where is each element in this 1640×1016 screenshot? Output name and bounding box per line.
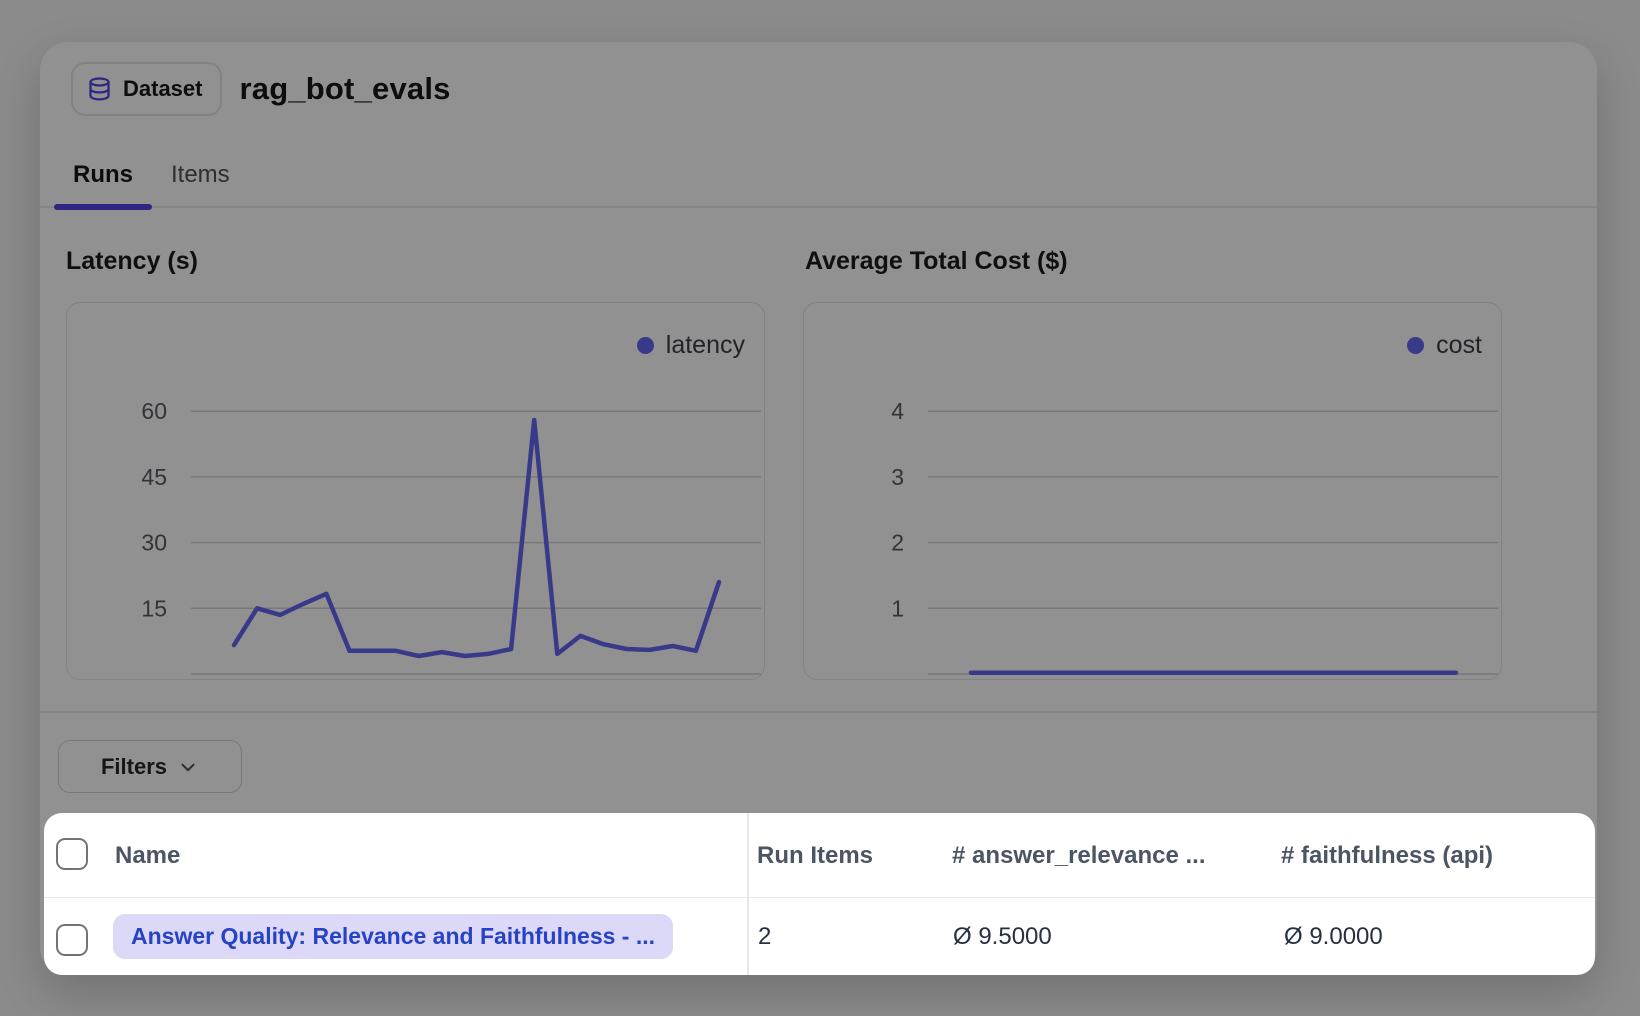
cost-legend: cost [1407, 331, 1482, 360]
database-icon [86, 76, 113, 103]
latency-legend-dot [637, 337, 654, 354]
tab-items[interactable]: Items [152, 142, 249, 208]
select-all-checkbox[interactable] [56, 838, 88, 870]
tabbar: Runs Items [54, 142, 249, 208]
app-window: Dataset rag_bot_evals Runs Items Latency… [40, 42, 1597, 975]
svg-text:30: 30 [141, 530, 167, 556]
cost-chart: 4 3 2 1 [804, 303, 1500, 678]
svg-text:2: 2 [891, 530, 904, 556]
svg-text:3: 3 [891, 464, 904, 490]
column-header-faithfulness[interactable]: # faithfulness (api) [1281, 813, 1493, 898]
section-divider [40, 711, 1597, 713]
svg-text:4: 4 [891, 398, 904, 424]
column-header-name[interactable]: Name [115, 813, 180, 898]
page-header: Dataset rag_bot_evals [71, 63, 451, 115]
filters-button-label: Filters [101, 754, 167, 780]
svg-text:15: 15 [141, 595, 167, 621]
dataset-badge: Dataset [71, 62, 222, 116]
select-row-checkbox[interactable] [56, 924, 88, 956]
latency-chart-card: 60 45 30 15 latency [66, 302, 765, 680]
cell-run-items: 2 [758, 898, 771, 975]
dataset-badge-label: Dataset [123, 76, 202, 102]
filters-button[interactable]: Filters [58, 740, 242, 793]
svg-text:60: 60 [141, 398, 167, 424]
table-row: Answer Quality: Relevance and Faithfulne… [44, 898, 1595, 975]
cell-answer-relevance: Ø 9.5000 [953, 898, 1052, 975]
column-header-run-items[interactable]: Run Items [757, 813, 873, 898]
tab-runs[interactable]: Runs [54, 142, 152, 208]
cell-faithfulness: Ø 9.0000 [1284, 898, 1383, 975]
chevron-down-icon [177, 756, 199, 778]
cost-chart-card: 4 3 2 1 cost [803, 302, 1502, 680]
svg-text:1: 1 [891, 595, 904, 621]
runs-table: Name Run Items # answer_relevance ... # … [44, 813, 1595, 975]
tabbar-border [40, 206, 1597, 208]
cost-chart-title: Average Total Cost ($) [805, 247, 1068, 276]
latency-legend: latency [637, 331, 745, 360]
svg-text:45: 45 [141, 464, 167, 490]
latency-legend-label: latency [666, 331, 745, 360]
cost-legend-dot [1407, 337, 1424, 354]
run-name-link[interactable]: Answer Quality: Relevance and Faithfulne… [113, 914, 673, 959]
latency-chart-title: Latency (s) [66, 247, 198, 276]
page-title: rag_bot_evals [239, 71, 450, 107]
table-header-row: Name Run Items # answer_relevance ... # … [44, 813, 1595, 898]
column-header-answer-relevance[interactable]: # answer_relevance ... [952, 813, 1206, 898]
cost-legend-label: cost [1436, 331, 1482, 360]
